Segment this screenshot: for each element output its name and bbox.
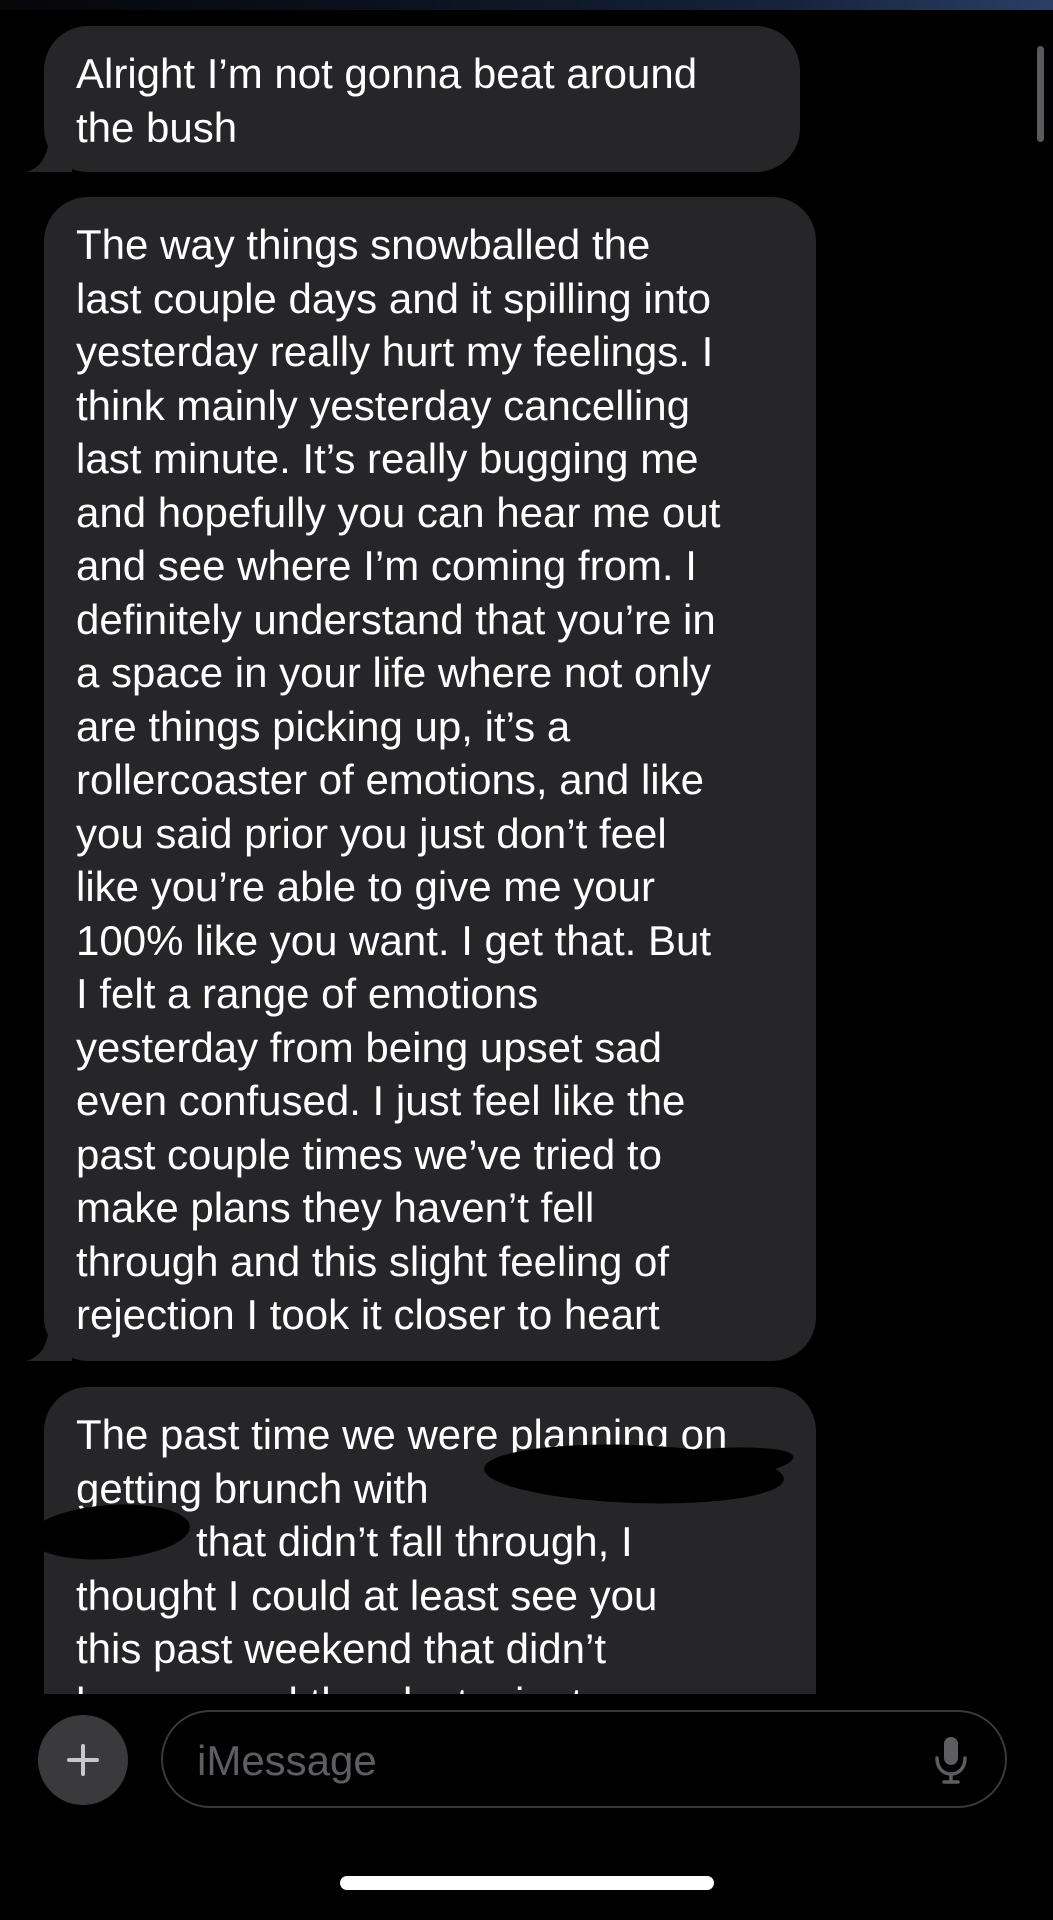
- apps-plus-button[interactable]: [38, 1715, 128, 1805]
- message-text-line: rollercoaster of emotions, and like: [76, 756, 704, 803]
- message-text-line: even confused. I just feel like the: [76, 1077, 686, 1124]
- message-text-line: and see where I’m coming from. I: [76, 542, 697, 589]
- incoming-message-bubble[interactable]: The past time we were planning on gettin…: [28, 1387, 816, 1695]
- plus-icon: [67, 1744, 99, 1776]
- message-text-line: you said prior you just don’t feel: [76, 809, 667, 857]
- message-text-line: definitely understand that you’re in: [76, 595, 716, 643]
- message-text-line: think mainly yesterday cancelling: [76, 381, 690, 429]
- message-text-line: 100% like you want. I get that. But: [76, 916, 712, 964]
- message-text-line: thought I could at least see you: [76, 1571, 658, 1619]
- message-text-line: The way things snowballed the: [76, 221, 651, 268]
- message-text-line: a space in your life where not only: [76, 649, 712, 696]
- message-text-line: through and this slight feeling of: [76, 1237, 670, 1285]
- message-text-line: happen and then last minute: [76, 1676, 784, 1695]
- message-thread[interactable]: Alright I’m not gonna beat around the bu…: [0, 0, 1053, 1694]
- message-text-line: the bush: [76, 103, 238, 151]
- scroll-indicator[interactable]: [1037, 46, 1044, 142]
- microphone-icon[interactable]: [931, 1734, 971, 1786]
- message-text-line: last couple days and it spilling into: [76, 274, 712, 322]
- incoming-message-bubble[interactable]: The way things snowballed the last coupl…: [26, 197, 816, 1361]
- message-text-line: are things picking up, it’s a: [76, 702, 571, 750]
- imessage-input[interactable]: iMessage: [161, 1710, 1007, 1808]
- message-text-line: rejection I took it closer to heart: [76, 1291, 660, 1338]
- message-text-line: yesterday really hurt my feelings. I: [76, 328, 714, 375]
- home-indicator[interactable]: [340, 1876, 714, 1890]
- bubble-tail: [26, 132, 72, 172]
- message-text-line: I felt a range of emotions: [76, 970, 539, 1017]
- incoming-message-bubble[interactable]: Alright I’m not gonna beat around the bu…: [26, 26, 800, 172]
- bubble-tail: [26, 1321, 72, 1361]
- message-text-line: and hopefully you can hear me out: [76, 488, 721, 536]
- message-text-line: past couple times we’ve tried to: [76, 1130, 662, 1178]
- message-text-line: yesterday from being upset sad: [76, 1023, 662, 1071]
- message-text-line: Alright I’m not gonna beat around: [76, 50, 698, 97]
- message-text-line: this past weekend that didn’t: [76, 1625, 607, 1672]
- message-text-line: make plans they haven’t fell: [76, 1184, 595, 1231]
- message-text-line: like you’re able to give me your: [76, 863, 655, 910]
- message-text-line: last minute. It’s really bugging me: [76, 435, 699, 482]
- input-placeholder: iMessage: [197, 1737, 377, 1784]
